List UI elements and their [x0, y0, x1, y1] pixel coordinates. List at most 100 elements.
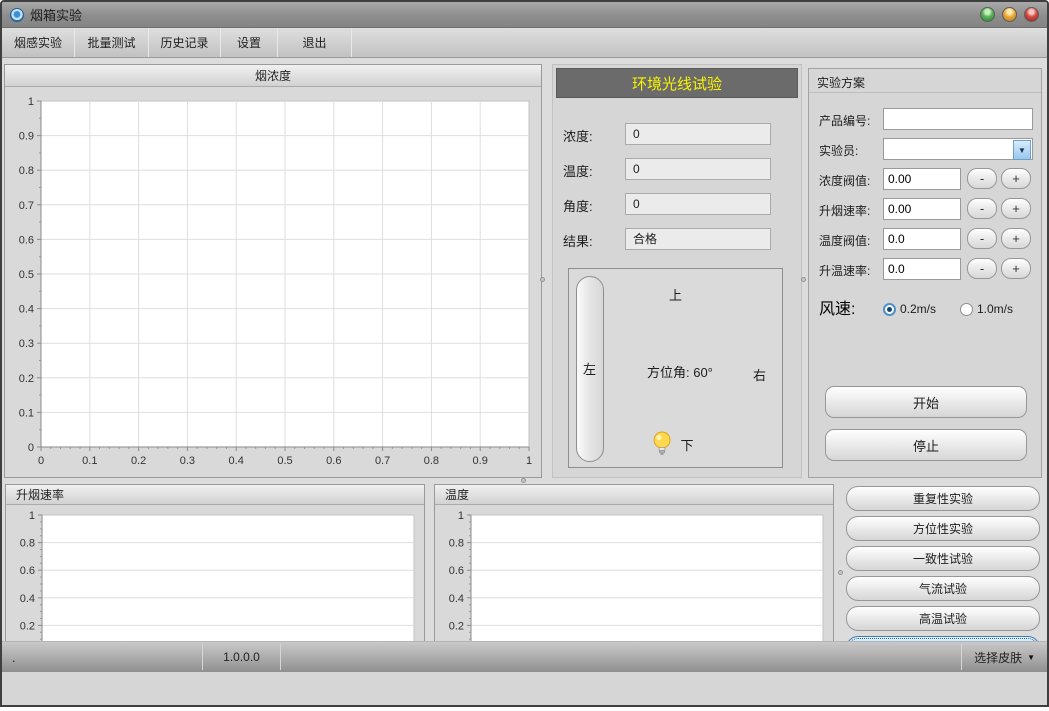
product-number-row: 产品编号:	[809, 108, 1041, 130]
status-field-value[interactable]: 0	[625, 158, 771, 180]
test-button-3[interactable]: 气流试验	[846, 576, 1040, 601]
app-window: 烟箱实验 烟感实验批量测试历史记录设置退出 烟浓度 0 0.1 0.2 0.3 0.4 0…	[0, 0, 1049, 707]
temperature-chart-title: 温度	[435, 485, 833, 505]
direction-right-label: 右	[753, 365, 766, 384]
spinner-input[interactable]	[883, 228, 961, 250]
toolbar-item-4[interactable]: 退出	[278, 28, 351, 57]
svg-text:0.9: 0.9	[473, 455, 488, 467]
svg-text:0.8: 0.8	[449, 538, 464, 550]
test-button-0[interactable]: 重复性实验	[846, 486, 1040, 511]
start-button[interactable]: 开始	[825, 386, 1027, 418]
svg-text:0.6: 0.6	[20, 565, 35, 577]
toolbar-item-0[interactable]: 烟感实验	[2, 28, 74, 57]
splitter-grip[interactable]	[801, 277, 806, 282]
operator-combobox[interactable]: ▼	[883, 138, 1033, 160]
wind-option-1[interactable]: 1.0m/s	[960, 302, 1013, 316]
spinner-plus-button[interactable]: +	[1001, 258, 1031, 279]
svg-text:0.6: 0.6	[326, 455, 341, 467]
svg-text:0.4: 0.4	[19, 304, 34, 316]
product-number-input[interactable]	[883, 108, 1033, 130]
svg-text:0.1: 0.1	[82, 455, 97, 467]
direction-bottom-label: 下	[681, 435, 694, 454]
spinner-input[interactable]	[883, 168, 961, 190]
spinner-minus-button[interactable]: -	[967, 258, 997, 279]
combobox-dropdown-icon[interactable]: ▼	[1013, 140, 1031, 160]
spinner-input[interactable]	[883, 198, 961, 220]
svg-text:0.4: 0.4	[20, 593, 35, 605]
test-button-1[interactable]: 方位性实验	[846, 516, 1040, 541]
test-button-2[interactable]: 一致性试验	[846, 546, 1040, 571]
status-field-label: 浓度:	[563, 126, 593, 145]
spinner-label: 升温速率:	[819, 262, 870, 279]
window-minimize-button[interactable]	[980, 7, 995, 22]
svg-text:1: 1	[29, 510, 35, 522]
toolbar-separator	[351, 28, 352, 57]
spinner-plus-button[interactable]: +	[1001, 168, 1031, 189]
spinner-minus-button[interactable]: -	[967, 228, 997, 249]
status-field-label: 温度:	[563, 161, 593, 180]
svg-text:0.5: 0.5	[277, 455, 292, 467]
window-close-button[interactable]	[1024, 7, 1039, 22]
product-number-label: 产品编号:	[819, 112, 870, 129]
svg-text:0: 0	[38, 455, 44, 467]
spinner-input[interactable]	[883, 258, 961, 280]
svg-text:0.7: 0.7	[375, 455, 390, 467]
svg-text:1: 1	[526, 455, 532, 467]
main-area: 烟浓度 0 0.1 0.2 0.3 0.4 0.5 0.6 0.7 0.8 0.9 1 0 0.1 0.2…	[2, 58, 1047, 672]
spinner-plus-button[interactable]: +	[1001, 228, 1031, 249]
spinner-label: 升烟速率:	[819, 202, 870, 219]
toolbar-item-1[interactable]: 批量测试	[75, 28, 148, 57]
spinner-plus-button[interactable]: +	[1001, 198, 1031, 219]
svg-text:0.2: 0.2	[131, 455, 146, 467]
stop-button[interactable]: 停止	[825, 429, 1027, 461]
status-field-row: 结果: 合格	[553, 228, 801, 250]
concentration-chart: 00.10.20.30.40.50.60.70.80.9100.10.20.30…	[5, 87, 541, 477]
svg-text:0.8: 0.8	[20, 538, 35, 550]
spinner-row: 浓度阀值: -+	[809, 168, 1041, 190]
wind-option-0[interactable]: 0.2m/s	[883, 302, 936, 316]
spinner-row: 温度阀值:-+	[809, 228, 1041, 250]
test-button-4[interactable]: 高温试验	[846, 606, 1040, 631]
status-field-value[interactable]: 合格	[625, 228, 771, 250]
status-field-row: 角度: 0	[553, 193, 801, 215]
status-field-value[interactable]: 0	[625, 123, 771, 145]
spinner-minus-button[interactable]: -	[967, 168, 997, 189]
operator-label: 实验员:	[819, 142, 858, 159]
scheme-panel-title: 实验方案	[809, 69, 1041, 93]
radio-unselected-icon[interactable]	[960, 303, 973, 316]
splitter-grip[interactable]	[540, 277, 545, 282]
light-bulb-icon	[651, 431, 673, 457]
wind-speed-label: 风速:	[819, 295, 855, 319]
radio-selected-icon[interactable]	[883, 303, 896, 316]
choose-skin-button[interactable]: 选择皮肤 ▼	[962, 642, 1047, 672]
svg-text:0.1: 0.1	[19, 407, 34, 419]
test-status-panel: 环境光线试验 浓度:0温度:0角度:0结果:合格 上 左 右 方位角: 60°	[552, 64, 802, 478]
spinner-minus-button[interactable]: -	[967, 198, 997, 219]
svg-text:1: 1	[28, 96, 34, 108]
scheme-panel: 实验方案 产品编号: 实验员: ▼ 浓度阀值:-+升烟速率:-+温度阀值:-+升…	[808, 68, 1042, 478]
svg-text:0.2: 0.2	[20, 620, 35, 632]
svg-text:0.5: 0.5	[19, 269, 34, 281]
svg-text:0.3: 0.3	[180, 455, 195, 467]
splitter-grip[interactable]	[838, 570, 843, 575]
svg-text:0.8: 0.8	[19, 165, 34, 177]
svg-text:0.2: 0.2	[449, 620, 464, 632]
toolbar-item-3[interactable]: 设置	[221, 28, 277, 57]
svg-text:1: 1	[458, 510, 464, 522]
concentration-chart-title: 烟浓度	[5, 65, 541, 87]
svg-text:0.4: 0.4	[449, 593, 464, 605]
version-label: 1.0.0.0	[203, 642, 280, 672]
wind-option-label: 1.0m/s	[977, 302, 1013, 316]
toolbar-item-2[interactable]: 历史记录	[149, 28, 220, 57]
spinner-label: 浓度阀值:	[819, 172, 870, 189]
window-maximize-button[interactable]	[1002, 7, 1017, 22]
direction-panel: 上 左 右 方位角: 60° 下	[568, 268, 783, 468]
svg-text:0.4: 0.4	[229, 455, 244, 467]
status-field-label: 角度:	[563, 196, 593, 215]
window-titlebar[interactable]: 烟箱实验	[2, 2, 1047, 28]
status-field-value[interactable]: 0	[625, 193, 771, 215]
status-field-row: 浓度: 0	[553, 123, 801, 145]
splitter-grip[interactable]	[521, 478, 526, 483]
statusbar-divider	[280, 644, 281, 670]
status-field-label: 结果:	[563, 231, 593, 250]
